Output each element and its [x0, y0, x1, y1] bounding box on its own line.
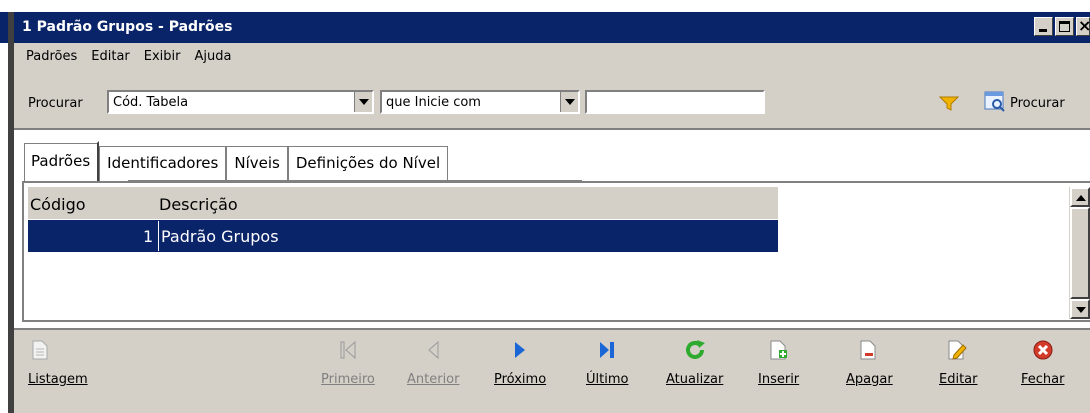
proximo-button[interactable]: Próximo	[494, 338, 546, 387]
previous-record-icon	[421, 338, 445, 362]
window-controls	[1032, 16, 1090, 39]
add-document-icon	[767, 338, 791, 362]
column-header-codigo[interactable]: Código	[30, 195, 86, 214]
search-field-select[interactable]: Cód. Tabela	[107, 90, 374, 114]
primeiro-button[interactable]: Primeiro	[321, 338, 375, 387]
tab-niveis[interactable]: Níveis	[226, 146, 288, 181]
chevron-down-icon[interactable]	[354, 92, 372, 112]
title-bar[interactable]: 1 Padrão Grupos - Padrões	[0, 12, 1090, 43]
primeiro-label: Primeiro	[321, 372, 375, 387]
window-title: 1 Padrão Grupos - Padrões	[22, 19, 233, 35]
search-label: Procurar	[28, 96, 83, 111]
vertical-scrollbar[interactable]	[1069, 187, 1090, 319]
search-bar: Procurar Cód. Tabela que Inicie com Proc…	[14, 87, 1090, 117]
bottom-toolbar: Listagem Primeiro Anterior Próximo Últim…	[14, 328, 1090, 413]
tab-padroes[interactable]: Padrões	[22, 141, 100, 184]
cell-descricao: Padrão Grupos	[161, 227, 279, 246]
grid-header: Código Descrição	[28, 187, 778, 219]
delete-document-icon	[857, 338, 881, 362]
search-button-label: Procurar	[1010, 95, 1065, 111]
last-record-icon	[595, 338, 619, 362]
apagar-button[interactable]: Apagar	[846, 338, 893, 387]
listagem-label: Listagem	[28, 372, 88, 387]
anterior-button[interactable]: Anterior	[407, 338, 459, 387]
ultimo-button[interactable]: Último	[586, 338, 628, 387]
document-list-icon	[28, 338, 52, 362]
scroll-thumb[interactable]	[1070, 207, 1090, 299]
fechar-button[interactable]: Fechar	[1021, 338, 1064, 387]
ultimo-label: Último	[586, 372, 629, 387]
cell-codigo: 1	[143, 227, 154, 246]
chevron-down-icon[interactable]	[560, 92, 578, 112]
menu-padroes[interactable]: Padrões	[26, 49, 77, 71]
inserir-button[interactable]: Inserir	[758, 338, 799, 387]
cell-separator	[158, 221, 159, 251]
minimize-button[interactable]	[1034, 17, 1053, 36]
data-grid: Código Descrição 1 Padrão Grupos	[22, 181, 1090, 322]
divider	[14, 128, 1090, 130]
editar-button[interactable]: Editar	[939, 338, 978, 387]
search-field-value: Cód. Tabela	[113, 95, 189, 110]
maximize-button[interactable]	[1055, 17, 1074, 36]
anterior-label: Anterior	[407, 372, 460, 387]
table-row[interactable]: 1 Padrão Grupos	[28, 220, 778, 252]
menu-bar: Padrões Editar Exibir Ajuda	[14, 49, 233, 71]
apagar-label: Apagar	[846, 372, 893, 387]
tab-identificadores[interactable]: Identificadores	[99, 146, 227, 181]
next-record-icon	[508, 338, 532, 362]
search-operator-value: que Inicie com	[386, 95, 481, 110]
search-window-icon	[984, 90, 1006, 116]
tab-strip: Padrões Identificadores Níveis Definiçõe…	[22, 141, 449, 184]
proximo-label: Próximo	[494, 372, 547, 387]
menu-ajuda[interactable]: Ajuda	[195, 49, 232, 71]
edit-document-icon	[946, 338, 970, 362]
window-chrome: Padrões Editar Exibir Ajuda Procurar Cód…	[14, 43, 1090, 128]
application-window: 1 Padrão Grupos - Padrões Padrões Editar…	[0, 0, 1090, 413]
atualizar-button[interactable]: Atualizar	[666, 338, 723, 387]
menu-exibir[interactable]: Exibir	[144, 49, 181, 71]
search-button[interactable]: Procurar	[984, 91, 1065, 115]
editar-label: Editar	[939, 372, 978, 387]
first-record-icon	[336, 338, 360, 362]
close-circle-icon	[1031, 338, 1055, 362]
filter-icon[interactable]	[938, 96, 960, 116]
fechar-label: Fechar	[1021, 372, 1065, 387]
close-window-button[interactable]	[1076, 16, 1090, 36]
scroll-up-button[interactable]	[1070, 187, 1090, 207]
search-input[interactable]	[585, 90, 765, 114]
tab-definicoes-do-nivel[interactable]: Definições do Nível	[287, 146, 449, 181]
atualizar-label: Atualizar	[666, 372, 724, 387]
column-header-descricao[interactable]: Descrição	[159, 195, 238, 214]
refresh-icon	[683, 338, 707, 362]
scroll-down-button[interactable]	[1070, 299, 1090, 319]
search-operator-select[interactable]: que Inicie com	[380, 90, 580, 114]
inserir-label: Inserir	[758, 372, 800, 387]
listagem-button[interactable]: Listagem	[28, 338, 88, 387]
menu-editar[interactable]: Editar	[91, 49, 130, 71]
